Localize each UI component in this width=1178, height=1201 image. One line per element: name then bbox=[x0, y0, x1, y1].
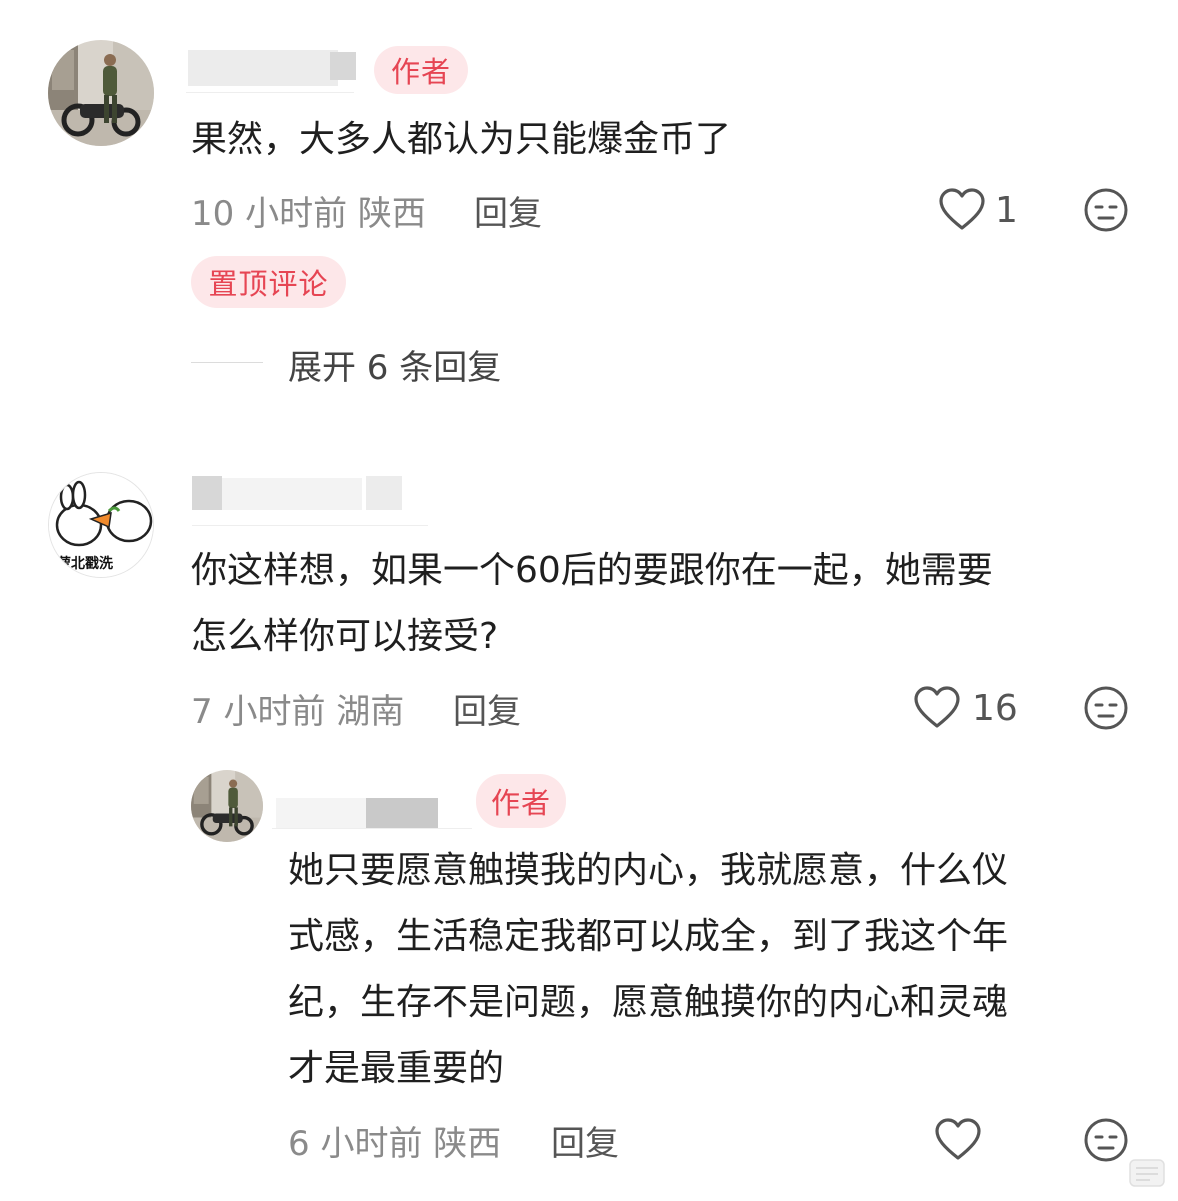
username-blurred[interactable] bbox=[192, 476, 222, 510]
expand-divider bbox=[191, 362, 263, 363]
reply-button[interactable]: 回复 bbox=[453, 684, 521, 733]
comment-text: 果然，大多人都认为只能爆金币了 bbox=[191, 119, 732, 160]
username-underline bbox=[186, 92, 354, 93]
reply-button[interactable]: 回复 bbox=[551, 1116, 619, 1165]
neutral-face-icon[interactable] bbox=[1083, 1117, 1129, 1167]
author-badge: 作者 bbox=[374, 46, 468, 94]
username-blurred bbox=[222, 478, 362, 510]
time-location: 6 小时前 陕西 bbox=[288, 1124, 502, 1164]
heart-icon[interactable] bbox=[938, 188, 986, 236]
avatar[interactable] bbox=[48, 40, 154, 146]
avatar[interactable]: 萝北戳洗 bbox=[48, 472, 154, 578]
reply-text-line: 才是最重要的 bbox=[288, 1048, 505, 1089]
expand-replies-button[interactable]: 展开 6 条回复 bbox=[288, 340, 501, 389]
time-location: 7 小时前 湖南 bbox=[191, 692, 405, 732]
heart-icon[interactable] bbox=[934, 1118, 982, 1166]
author-badge: 作者 bbox=[476, 774, 566, 828]
comment-text-line: 你这样想，如果一个60后的要跟你在一起，她需要 bbox=[191, 550, 993, 591]
avatar[interactable] bbox=[191, 770, 263, 842]
pinned-comment-tag: 置顶评论 bbox=[191, 256, 346, 308]
username-underline bbox=[192, 525, 428, 526]
username-blurred[interactable] bbox=[276, 798, 366, 828]
reply-text-line: 她只要愿意触摸我的内心，我就愿意，什么仪 bbox=[288, 850, 1009, 891]
neutral-face-icon[interactable] bbox=[1083, 187, 1129, 237]
heart-icon[interactable] bbox=[913, 686, 961, 734]
time-location: 10 小时前 陕西 bbox=[191, 194, 426, 234]
username-underline bbox=[272, 828, 472, 829]
watermark-icon bbox=[1128, 1156, 1168, 1194]
neutral-face-icon[interactable] bbox=[1083, 685, 1129, 735]
avatar-logo-text: 萝北戳洗 bbox=[57, 556, 113, 572]
username-blurred bbox=[366, 798, 438, 828]
reply-text-line: 式感，生活稳定我都可以成全，到了我这个年 bbox=[288, 916, 1009, 957]
reply-text-line: 纪，生存不是问题，愿意触摸你的内心和灵魂 bbox=[288, 982, 1009, 1023]
username-blurred bbox=[330, 52, 356, 80]
username-blurred[interactable] bbox=[188, 50, 338, 86]
reply-button[interactable]: 回复 bbox=[474, 186, 542, 235]
username-blurred bbox=[366, 476, 402, 510]
like-count: 1 bbox=[995, 190, 1018, 231]
like-count: 16 bbox=[972, 688, 1018, 729]
comment-text-line: 怎么样你可以接受? bbox=[191, 616, 499, 657]
